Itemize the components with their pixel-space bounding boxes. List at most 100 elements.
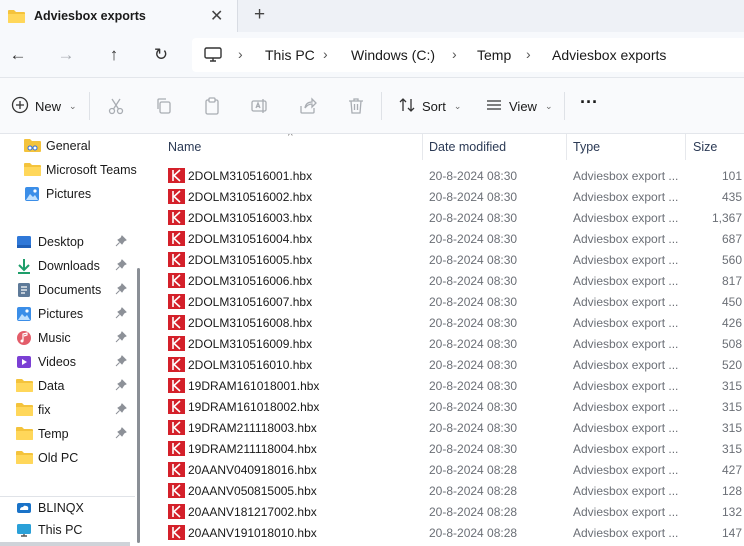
forward-button[interactable]: → (55, 44, 77, 66)
address-row: ← → ↑ ↻ › This PC › Windows (C:) › Temp … (0, 32, 744, 78)
sidebar-item-pictures[interactable]: Pictures (0, 302, 140, 326)
file-row[interactable]: 2DOLM310516009.hbx 20-8-2024 08:30 Adviesb… (148, 333, 744, 354)
file-row[interactable]: 19DRAM161018001.hbx 20-8-2024 08:30 Advies… (148, 375, 744, 396)
sidebar-item-downloads[interactable]: Downloads (0, 254, 140, 278)
navigation-pane-horizontal-scrollbar[interactable] (0, 542, 130, 546)
file-name: 2DOLM310516006.hbx (188, 274, 313, 288)
view-button[interactable]: View ⌄ (485, 95, 553, 117)
toolbar-divider (564, 92, 565, 120)
pin-icon[interactable] (115, 259, 127, 271)
file-type: Adviesbox export ... (573, 484, 679, 498)
this-pc-icon (16, 522, 32, 538)
up-button[interactable]: ↑ (103, 44, 125, 66)
file-name: 2DOLM310516007.hbx (188, 295, 313, 309)
sidebar-item-label: Desktop (38, 235, 84, 249)
copy-icon[interactable] (154, 96, 174, 116)
sidebar-item-videos[interactable]: Videos (0, 350, 140, 374)
pin-icon[interactable] (115, 331, 127, 343)
sidebar-item-label: Microsoft Teams (46, 163, 137, 177)
file-size: 817 (721, 274, 742, 288)
column-header-type[interactable]: Type (573, 140, 600, 154)
sidebar-item-this-pc[interactable]: This PC (0, 518, 140, 542)
breadcrumb-this-pc[interactable]: This PC (265, 47, 315, 63)
pin-icon[interactable] (115, 283, 127, 295)
chevron-down-icon: ⌄ (453, 100, 462, 111)
column-header-date-modified[interactable]: Date modified (429, 140, 506, 154)
file-row[interactable]: 19DRAM211118004.hbx 20-8-2024 08:30 Advies… (148, 438, 744, 459)
file-size: 560 (721, 253, 742, 267)
file-row[interactable]: 20AANV050815005.hbx 20-8-2024 08:28 Advies… (148, 480, 744, 501)
sidebar-item-old-pc[interactable]: Old PC (0, 446, 140, 470)
file-type: Adviesbox export ... (573, 379, 679, 393)
column-divider[interactable] (566, 134, 567, 160)
file-size: 1,367 (711, 211, 742, 225)
file-row[interactable]: 2DOLM310516008.hbx 20-8-2024 08:30 Adviesb… (148, 312, 744, 333)
close-tab-icon[interactable]: ✕ (210, 6, 223, 26)
sidebar-item-desktop[interactable]: Desktop (0, 230, 140, 254)
navigation-pane: General Microsoft Teams Pictures Desktop… (0, 134, 146, 546)
file-size: 128 (721, 484, 742, 498)
new-button[interactable]: New ⌄ (11, 95, 77, 117)
file-size: 450 (721, 295, 742, 309)
sort-ascending-icon: ^ (288, 134, 293, 142)
sidebar-item-music[interactable]: Music (0, 326, 140, 350)
sort-button[interactable]: Sort ⌄ (398, 95, 461, 117)
address-bar[interactable]: › This PC › Windows (C:) › Temp › Advies… (192, 38, 744, 72)
tab-adviesbox-exports[interactable]: Adviesbox exports ✕ (0, 0, 238, 32)
pin-icon[interactable] (115, 427, 127, 439)
file-row[interactable]: 2DOLM310516002.hbx 20-8-2024 08:30 Adviesb… (148, 186, 744, 207)
column-header-size[interactable]: Size (693, 140, 717, 154)
paste-icon[interactable] (202, 96, 222, 116)
column-divider[interactable] (422, 134, 423, 160)
sidebar-item-label: Videos (38, 355, 76, 369)
pin-icon[interactable] (115, 307, 127, 319)
sidebar-item-fix[interactable]: fix (0, 398, 140, 422)
file-row[interactable]: 2DOLM310516003.hbx 20-8-2024 08:30 Adviesb… (148, 207, 744, 228)
file-name: 19DRAM211118003.hbx (188, 421, 317, 435)
file-row[interactable]: 2DOLM310516006.hbx 20-8-2024 08:30 Adviesb… (148, 270, 744, 291)
sidebar-item-microsoft-teams[interactable]: Microsoft Teams (0, 158, 140, 182)
pin-icon[interactable] (115, 403, 127, 415)
column-header-name[interactable]: Name (168, 140, 201, 154)
adviesbox-file-icon (168, 378, 185, 393)
cut-icon[interactable] (106, 96, 126, 116)
sidebar-item-pictures-onedrive[interactable]: Pictures (0, 182, 140, 206)
breadcrumb-windows-c[interactable]: Windows (C:) (351, 47, 435, 63)
file-row[interactable]: 2DOLM310516004.hbx 20-8-2024 08:30 Adviesb… (148, 228, 744, 249)
file-row[interactable]: 2DOLM310516010.hbx 20-8-2024 08:30 Adviesb… (148, 354, 744, 375)
sidebar-item-blinqx[interactable]: BLINQX (0, 496, 140, 520)
pictures-icon (16, 306, 32, 322)
file-row[interactable]: 20AANV181217002.hbx 20-8-2024 08:28 Advies… (148, 501, 744, 522)
file-row[interactable]: 19DRAM211118003.hbx 20-8-2024 08:30 Advies… (148, 417, 744, 438)
adviesbox-file-icon (168, 483, 185, 498)
file-row[interactable]: 19DRAM161018002.hbx 20-8-2024 08:30 Advies… (148, 396, 744, 417)
refresh-button[interactable]: ↻ (150, 44, 172, 66)
file-row[interactable]: 2DOLM310516007.hbx 20-8-2024 08:30 Adviesb… (148, 291, 744, 312)
back-button[interactable]: ← (7, 44, 29, 66)
sidebar-item-temp[interactable]: Temp (0, 422, 140, 446)
sidebar-item-data[interactable]: Data (0, 374, 140, 398)
file-date-modified: 20-8-2024 08:30 (429, 274, 518, 288)
file-size: 101 (721, 169, 742, 183)
breadcrumb-adviesbox-exports[interactable]: Adviesbox exports (552, 47, 666, 63)
breadcrumb-temp[interactable]: Temp (477, 47, 511, 63)
new-tab-button[interactable]: + (254, 4, 265, 26)
pin-icon[interactable] (115, 235, 127, 247)
file-row[interactable]: 20AANV191018010.hbx 20-8-2024 08:28 Advies… (148, 522, 744, 543)
rename-icon[interactable] (250, 96, 270, 116)
delete-icon[interactable] (346, 96, 366, 116)
column-divider[interactable] (685, 134, 686, 160)
share-icon[interactable] (298, 96, 318, 116)
file-row[interactable]: 2DOLM310516001.hbx 20-8-2024 08:30 Adviesb… (148, 165, 744, 186)
chevron-right-icon: › (526, 46, 531, 62)
navigation-pane-scrollbar[interactable] (137, 268, 140, 543)
sidebar-item-general[interactable]: General (0, 134, 140, 158)
file-row[interactable]: 2DOLM310516005.hbx 20-8-2024 08:30 Adviesb… (148, 249, 744, 270)
sidebar-item-documents[interactable]: Documents (0, 278, 140, 302)
file-row[interactable]: 20AANV040918016.hbx 20-8-2024 08:28 Advies… (148, 459, 744, 480)
file-size: 508 (721, 337, 742, 351)
more-options-button[interactable]: ··· (580, 91, 598, 113)
sidebar-item-label: fix (38, 403, 51, 417)
pin-icon[interactable] (115, 355, 127, 367)
pin-icon[interactable] (115, 379, 127, 391)
